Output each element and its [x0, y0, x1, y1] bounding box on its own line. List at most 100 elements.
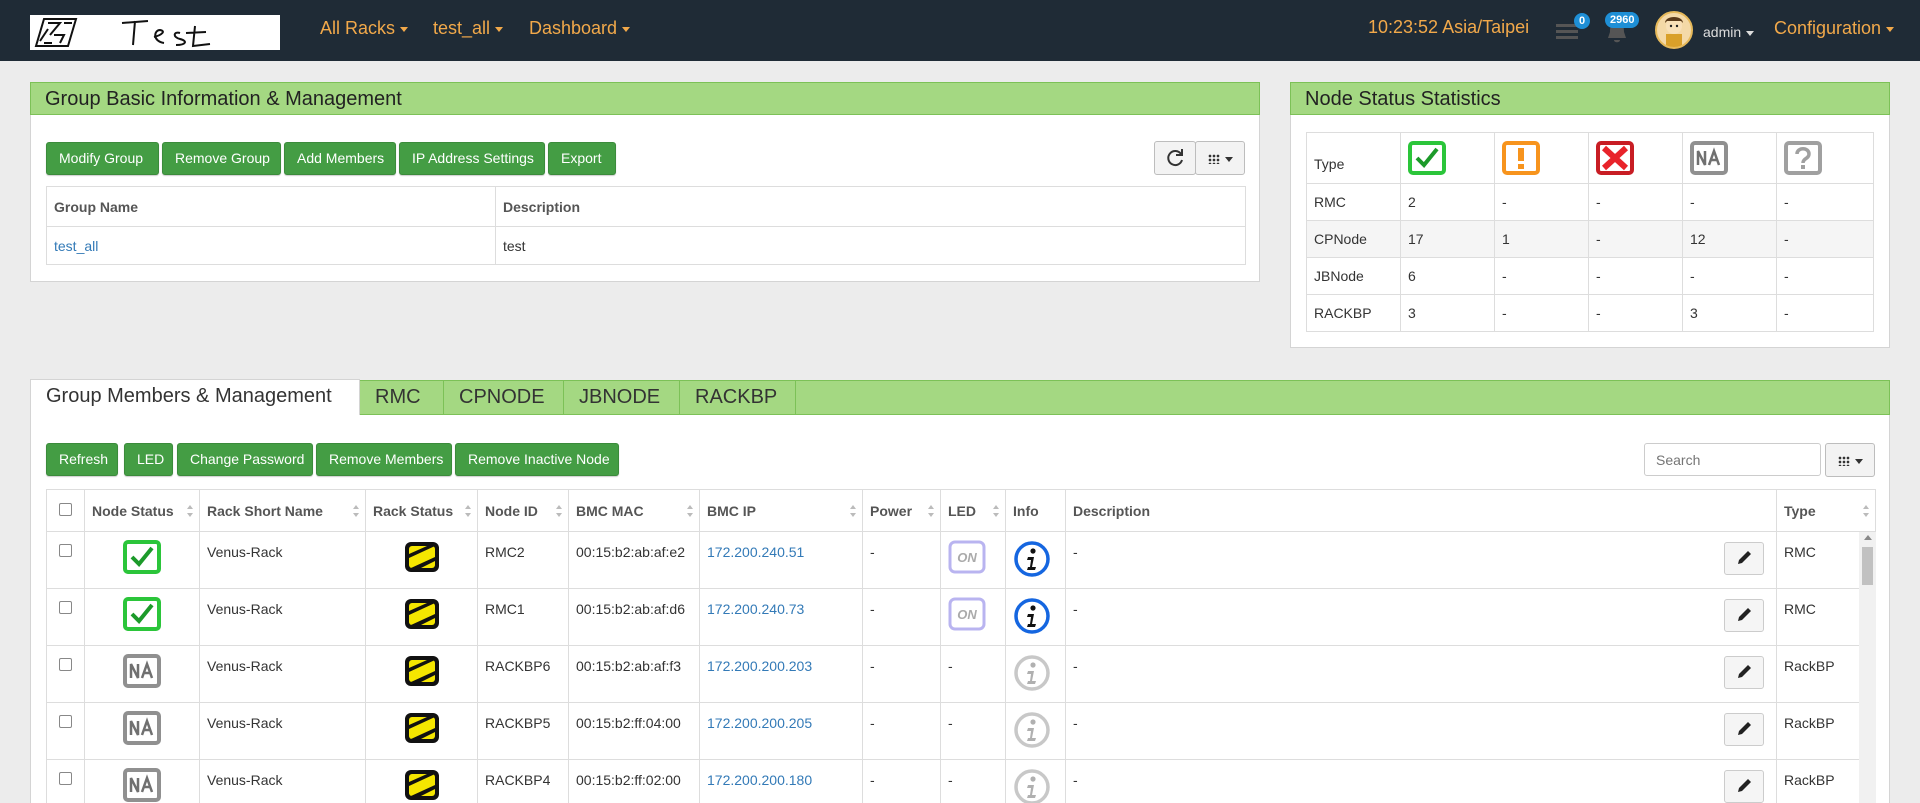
stats-type-header: Type — [1306, 132, 1401, 184]
search-input[interactable] — [1644, 443, 1821, 476]
node-id: RACKBP4 — [477, 759, 569, 803]
tab-rmc[interactable]: RMC — [360, 381, 444, 415]
led-on-icon[interactable]: ON — [948, 540, 986, 574]
led-button[interactable]: LED — [124, 443, 173, 476]
nav-group-test-all[interactable]: test_all — [433, 18, 504, 39]
columns-toggle-button[interactable] — [1195, 141, 1245, 175]
row-checkbox[interactable] — [59, 601, 72, 614]
table-row[interactable]: Venus-Rack RMC1 00:15:b2:ab:af:d6 172.200.2… — [46, 588, 1876, 646]
sort-icon — [556, 505, 562, 517]
info-icon[interactable] — [1013, 654, 1051, 692]
sort-icon — [353, 505, 359, 517]
stats-count: 6 — [1400, 257, 1495, 295]
avatar[interactable] — [1655, 11, 1693, 49]
info-icon[interactable] — [1013, 768, 1051, 803]
info-icon[interactable] — [1013, 540, 1051, 578]
stats-count: 17 — [1400, 220, 1495, 258]
bmc-ip-link[interactable]: 172.200.200.203 — [707, 658, 812, 674]
edit-button[interactable] — [1724, 542, 1764, 575]
table-row[interactable]: Venus-Rack RACKBP5 00:15:b2:ff:04:00 172.20… — [46, 702, 1876, 760]
col-power[interactable]: Power — [862, 489, 941, 532]
scrollbar-track[interactable] — [1859, 532, 1876, 803]
table-row[interactable]: Venus-Rack RACKBP4 00:15:b2:ff:02:00 172.20… — [46, 759, 1876, 803]
row-checkbox[interactable] — [59, 658, 72, 671]
user-menu[interactable]: admin — [1703, 24, 1755, 40]
stats-count: - — [1682, 257, 1777, 295]
ip-settings-button[interactable]: IP Address Settings — [399, 142, 545, 175]
led-value: - — [940, 645, 1006, 703]
edit-button[interactable] — [1724, 713, 1764, 746]
sort-icon — [687, 505, 693, 517]
led-value: - — [940, 759, 1006, 803]
nav-configuration[interactable]: Configuration — [1774, 18, 1895, 39]
info-icon[interactable] — [1013, 711, 1051, 749]
task-count-badge: 0 — [1574, 13, 1591, 29]
bmc-ip-link[interactable]: 172.200.200.205 — [707, 715, 812, 731]
edit-button[interactable] — [1724, 770, 1764, 803]
svg-text:ON: ON — [957, 550, 977, 565]
col-type[interactable]: Type — [1776, 489, 1876, 532]
bmc-ip-link[interactable]: 172.200.240.73 — [707, 601, 804, 617]
bell-icon[interactable]: 2960 — [1604, 12, 1640, 48]
add-members-button[interactable]: Add Members — [284, 142, 396, 175]
description-value: - — [1073, 601, 1078, 617]
tab-cpnode[interactable]: CPNODE — [444, 381, 564, 415]
col-led[interactable]: LED — [940, 489, 1006, 532]
col-info: Info — [1005, 489, 1066, 532]
bmc-mac: 00:15:b2:ab:af:f3 — [568, 645, 700, 703]
info-icon[interactable] — [1013, 597, 1051, 635]
col-rack-status[interactable]: Rack Status — [365, 489, 478, 532]
brand-logo[interactable] — [30, 15, 280, 50]
select-all-checkbox[interactable] — [59, 502, 72, 516]
stats-count: - — [1682, 183, 1777, 221]
table-row[interactable]: Venus-Rack RACKBP6 00:15:b2:ab:af:f3 172.20… — [46, 645, 1876, 703]
node-id: RACKBP6 — [477, 645, 569, 703]
modify-group-button[interactable]: Modify Group — [46, 142, 159, 175]
bmc-ip-link[interactable]: 172.200.200.180 — [707, 772, 812, 788]
stats-row: RACKBP 3- -3- — [1306, 294, 1874, 332]
member-columns-toggle-button[interactable] — [1825, 443, 1875, 477]
stats-count: - — [1588, 294, 1683, 332]
export-button[interactable]: Export — [548, 142, 616, 175]
chevron-down-icon — [400, 26, 409, 32]
tab-group-members[interactable]: Group Members & Management — [30, 379, 360, 417]
node-id: RMC2 — [477, 531, 569, 589]
table-row[interactable]: Venus-Rack RMC2 00:15:b2:ab:af:e2 172.200.2… — [46, 531, 1876, 589]
scroll-up-icon[interactable] — [1864, 535, 1872, 540]
task-list-icon[interactable]: 0 — [1554, 13, 1591, 48]
col-node-status[interactable]: Node Status — [84, 489, 200, 532]
col-rack-short-name[interactable]: Rack Short Name — [199, 489, 366, 532]
led-on-icon[interactable]: ON — [948, 597, 986, 631]
sort-icon — [1863, 505, 1869, 517]
led-cell: ON — [940, 588, 1006, 646]
change-password-button[interactable]: Change Password — [177, 443, 313, 476]
node-status-cell — [84, 759, 200, 803]
remove-members-button[interactable]: Remove Members — [316, 443, 452, 476]
group-name-link[interactable]: test_all — [54, 238, 98, 254]
status-warning-icon — [1502, 141, 1540, 175]
refresh-icon[interactable] — [1154, 141, 1196, 175]
col-bmc-mac[interactable]: BMC MAC — [568, 489, 700, 532]
status-unknown-icon — [1784, 141, 1822, 175]
row-checkbox[interactable] — [59, 715, 72, 728]
col-node-id[interactable]: Node ID — [477, 489, 569, 532]
grid-icon — [1207, 154, 1220, 165]
scrollbar-thumb[interactable] — [1862, 547, 1873, 585]
edit-button[interactable] — [1724, 656, 1764, 689]
info-cell — [1005, 702, 1066, 760]
refresh-button[interactable]: Refresh — [46, 443, 118, 476]
nav-all-racks[interactable]: All Racks — [320, 18, 409, 39]
tab-rackbp[interactable]: RACKBP — [680, 381, 796, 415]
tab-jbnode[interactable]: JBNODE — [564, 381, 680, 415]
col-bmc-ip[interactable]: BMC IP — [699, 489, 863, 532]
nav-dashboard[interactable]: Dashboard — [529, 18, 631, 39]
edit-button[interactable] — [1724, 599, 1764, 632]
row-checkbox[interactable] — [59, 544, 72, 557]
row-checkbox[interactable] — [59, 772, 72, 785]
group-info-panel: Group Basic Information & Management Mod… — [30, 82, 1260, 282]
remove-group-button[interactable]: Remove Group — [162, 142, 281, 175]
rack-status-cell — [365, 588, 478, 646]
remove-inactive-node-button[interactable]: Remove Inactive Node — [455, 443, 619, 476]
status-error-icon — [1596, 141, 1634, 175]
bmc-ip-link[interactable]: 172.200.240.51 — [707, 544, 804, 560]
